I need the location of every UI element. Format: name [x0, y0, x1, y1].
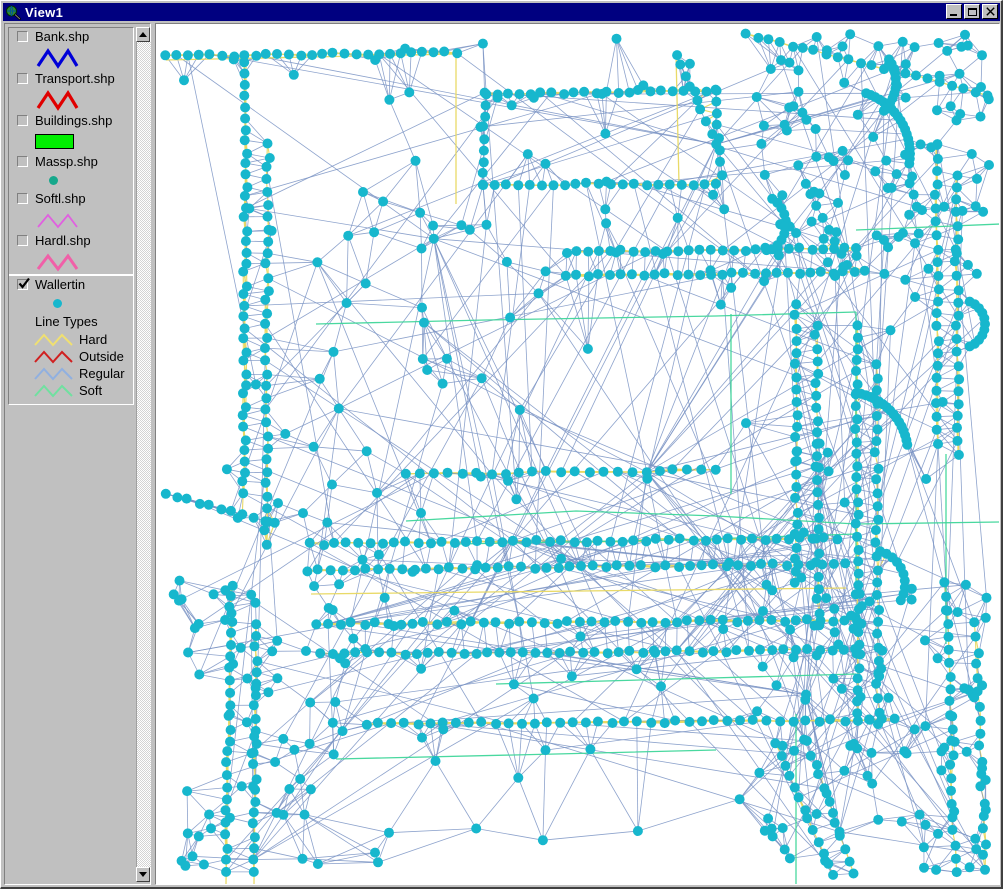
minimize-icon — [950, 14, 957, 16]
maximize-icon — [967, 7, 977, 16]
line-type-label: Outside — [79, 349, 124, 364]
point-symbol-icon — [49, 175, 58, 185]
tin-edges — [164, 33, 990, 876]
legend-panel: Bank.shp Transport.shp Buildings.shp Mas… — [4, 23, 151, 885]
line-type-label: Hard — [79, 332, 108, 347]
theme-checkbox-wallertin[interactable] — [17, 277, 30, 290]
theme-label-massp: Massp.shp — [35, 154, 98, 169]
line-symbol-icon — [34, 367, 73, 380]
line-type-regular[interactable]: Regular — [9, 365, 133, 382]
line-symbol-icon — [34, 350, 73, 363]
title-bar[interactable]: View1 — [3, 3, 1000, 21]
theme-checkbox-buildings[interactable] — [17, 115, 28, 126]
theme-group-tin: Wallertin Line Types Hard Outside Regula… — [9, 274, 133, 399]
theme-row[interactable]: Wallertin — [9, 276, 133, 293]
theme-checkbox-massp[interactable] — [17, 156, 28, 167]
symbol-buildings — [9, 129, 133, 153]
close-button[interactable] — [982, 4, 998, 19]
theme-checkbox-transport[interactable] — [17, 73, 28, 84]
line-symbol-icon — [36, 47, 79, 69]
line-type-outside[interactable]: Outside — [9, 348, 133, 365]
theme-transport[interactable]: Transport.shp — [9, 70, 133, 112]
window-title: View1 — [25, 4, 64, 20]
line-type-soft[interactable]: Soft — [9, 382, 133, 399]
symbol-hardl — [9, 249, 133, 274]
chevron-up-icon — [139, 32, 147, 37]
line-type-label: Regular — [79, 366, 125, 381]
theme-checkbox-hardl[interactable] — [17, 235, 28, 246]
theme-wallertin[interactable]: Wallertin Line Types Hard Outside Regula… — [9, 276, 133, 399]
legend-inner: Bank.shp Transport.shp Buildings.shp Mas… — [8, 27, 151, 882]
line-symbol-icon — [34, 384, 73, 397]
theme-row[interactable]: Hardl.shp — [9, 232, 133, 249]
theme-row[interactable]: Bank.shp — [9, 28, 133, 45]
theme-label-wallertin: Wallertin — [35, 277, 86, 292]
checkmark-icon — [18, 277, 31, 296]
legend-scrollbar[interactable] — [136, 27, 151, 882]
theme-label-hardl: Hardl.shp — [35, 233, 91, 248]
line-type-hard[interactable]: Hard — [9, 331, 133, 348]
theme-row[interactable]: Buildings.shp — [9, 112, 133, 129]
theme-label-transport: Transport.shp — [35, 71, 115, 86]
point-symbol-icon — [53, 298, 62, 308]
window-controls — [946, 4, 998, 19]
line-types-heading: Line Types — [35, 314, 98, 329]
symbol-massp — [9, 170, 133, 190]
theme-bank[interactable]: Bank.shp — [9, 28, 133, 70]
minimize-button[interactable] — [946, 4, 962, 19]
line-symbol-icon — [37, 213, 78, 228]
theme-checkbox-softl[interactable] — [17, 193, 28, 204]
symbol-bank — [9, 45, 133, 70]
line-symbol-icon — [34, 333, 73, 346]
map-view[interactable] — [155, 23, 1000, 885]
line-type-label: Soft — [79, 383, 103, 398]
theme-softl[interactable]: Softl.shp — [9, 190, 133, 232]
theme-row[interactable]: Massp.shp — [9, 153, 133, 170]
theme-label-buildings: Buildings.shp — [35, 113, 113, 128]
theme-label-softl: Softl.shp — [35, 191, 86, 206]
chevron-down-icon — [139, 872, 147, 877]
maximize-button[interactable] — [964, 4, 980, 19]
close-icon — [985, 7, 995, 16]
symbol-transport — [9, 87, 133, 112]
theme-label-bank: Bank.shp — [35, 29, 90, 44]
polygon-symbol-icon — [35, 133, 74, 149]
tin-canvas[interactable] — [156, 24, 999, 884]
theme-massp[interactable]: Massp.shp — [9, 153, 133, 190]
theme-row[interactable]: Softl.shp — [9, 190, 133, 207]
line-symbol-icon — [36, 252, 79, 271]
scroll-up-button[interactable] — [136, 27, 150, 42]
view-window: View1 Bank.shp Transport.shp Buildings.s… — [0, 0, 1003, 889]
scrollbar-track[interactable] — [136, 42, 151, 867]
theme-checkbox-bank[interactable] — [17, 31, 28, 42]
theme-group-shapefiles: Bank.shp Transport.shp Buildings.shp Mas… — [9, 28, 133, 274]
theme-buildings[interactable]: Buildings.shp — [9, 112, 133, 153]
symbol-wallertin — [9, 293, 133, 313]
line-symbol-icon — [36, 89, 79, 111]
magnifier-globe-icon — [5, 5, 21, 20]
scroll-down-button[interactable] — [136, 867, 150, 882]
symbol-softl — [9, 207, 133, 232]
theme-row[interactable]: Transport.shp — [9, 70, 133, 87]
theme-hardl[interactable]: Hardl.shp — [9, 232, 133, 274]
theme-list[interactable]: Bank.shp Transport.shp Buildings.shp Mas… — [8, 27, 134, 405]
